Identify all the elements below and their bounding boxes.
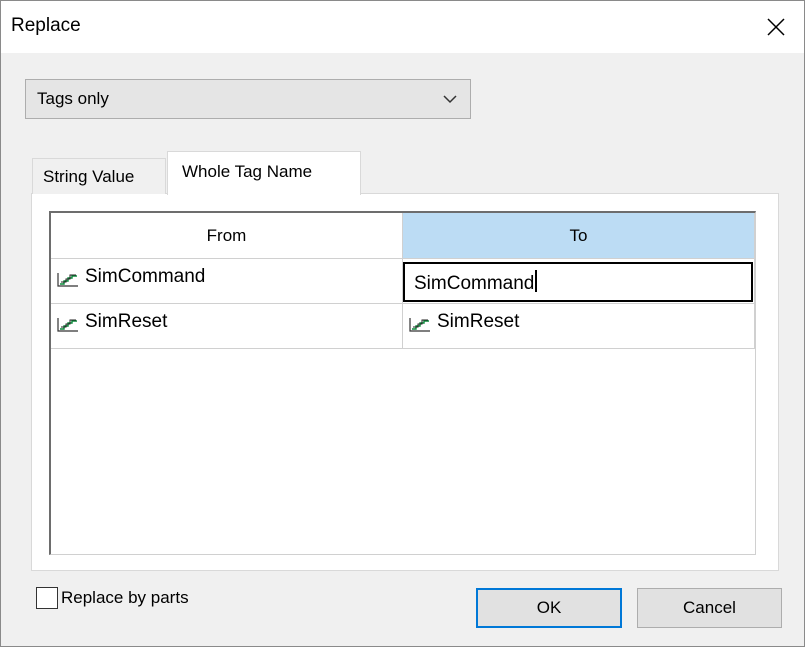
from-value: SimReset <box>85 311 168 332</box>
grid-cell-from[interactable]: SimReset <box>51 304 403 349</box>
tab-whole-tag-name[interactable]: Whole Tag Name <box>167 151 361 195</box>
to-value: SimReset <box>437 311 520 332</box>
text-caret <box>535 270 538 292</box>
column-header-to[interactable]: To <box>403 213 755 259</box>
replace-dialog: Replace Tags only String Value Whole Tag… <box>0 0 805 647</box>
title-bar: Replace <box>1 1 804 53</box>
tab-string-value[interactable]: String Value <box>32 158 166 194</box>
replace-grid: From To SimCommand SimCommand SimReset S… <box>49 211 756 555</box>
scope-dropdown-value: Tags only <box>37 89 109 108</box>
ok-button[interactable]: OK <box>476 588 622 628</box>
replace-by-parts-label: Replace by parts <box>61 588 189 607</box>
replace-by-parts-option[interactable]: Replace by parts <box>36 587 189 613</box>
to-edit-input[interactable]: SimCommand <box>403 262 753 302</box>
close-icon <box>767 18 785 36</box>
close-button[interactable] <box>748 1 804 53</box>
scope-dropdown[interactable]: Tags only <box>25 79 471 119</box>
from-value: SimCommand <box>85 266 206 287</box>
dialog-title: Replace <box>11 15 81 36</box>
to-edit-value: SimCommand <box>414 273 535 294</box>
grid-cell-from[interactable]: SimCommand <box>51 259 403 304</box>
tag-trend-icon <box>57 318 78 332</box>
grid-cell-to[interactable]: SimReset <box>403 304 755 349</box>
tag-trend-icon <box>409 318 430 332</box>
chevron-down-icon <box>443 95 457 104</box>
column-header-from[interactable]: From <box>51 213 403 259</box>
cancel-button[interactable]: Cancel <box>637 588 782 628</box>
tag-trend-icon <box>57 273 78 287</box>
replace-by-parts-checkbox[interactable] <box>36 587 58 609</box>
